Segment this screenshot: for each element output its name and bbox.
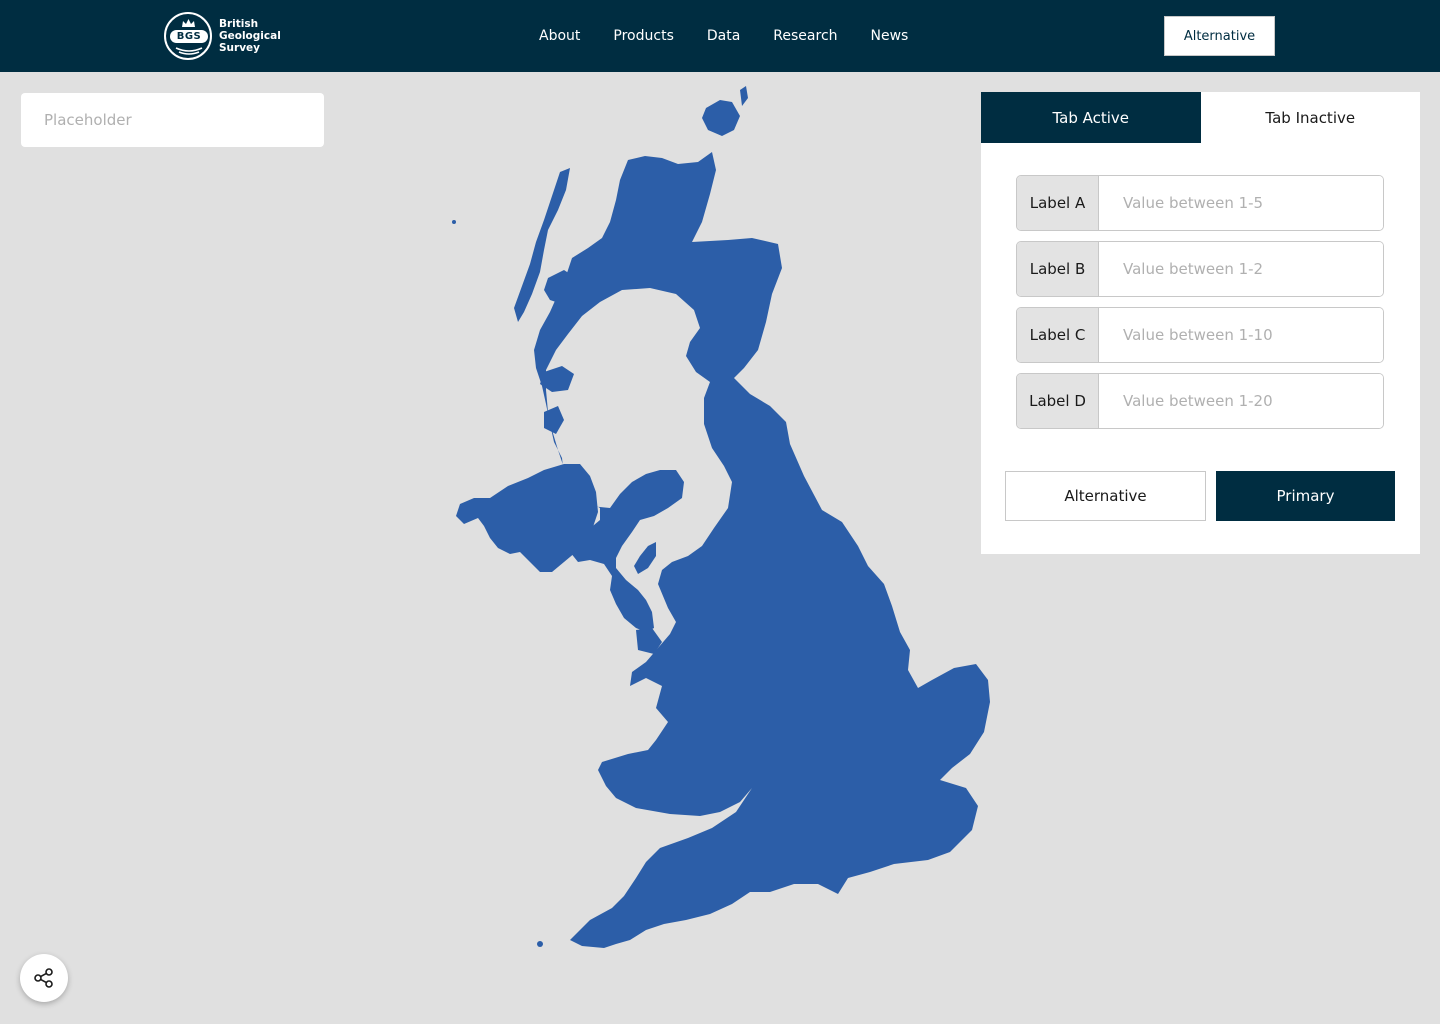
great-britain-shape[interactable] (534, 152, 990, 948)
nav-research[interactable]: Research (773, 28, 837, 44)
field-label-d: Label D (1016, 373, 1384, 429)
isle-of-man-shape (634, 542, 656, 574)
field-label-b: Label B (1016, 241, 1384, 297)
logo-wordmark: British Geological Survey (219, 18, 281, 54)
parameters-panel: Tab Active Tab Inactive Label A Label B … (981, 92, 1420, 554)
waves-icon (175, 47, 203, 55)
shetland-shape (740, 86, 748, 106)
nav-data[interactable]: Data (707, 28, 740, 44)
logo-line-2: Geological (219, 30, 281, 42)
nav-news[interactable]: News (871, 28, 909, 44)
logo-line-3: Survey (219, 42, 261, 54)
field-a-label: Label A (1017, 176, 1099, 230)
header-alternative-button[interactable]: Alternative (1164, 16, 1275, 56)
panel-tabs: Tab Active Tab Inactive (981, 92, 1420, 143)
tab-inactive[interactable]: Tab Inactive (1200, 92, 1420, 143)
bgs-logo-mark: BGS (164, 12, 212, 60)
logo-line-1: British (219, 18, 259, 30)
field-label-a: Label A (1016, 175, 1384, 231)
search-input[interactable] (21, 93, 324, 147)
logo-abbreviation: BGS (170, 30, 208, 43)
top-navigation-bar: BGS British Geological Survey About Prod… (0, 0, 1440, 72)
main-nav: About Products Data Research News (539, 0, 941, 72)
scilly-isles-shape (537, 941, 543, 947)
primary-button[interactable]: Primary (1216, 471, 1395, 521)
field-c-input[interactable] (1099, 308, 1383, 362)
field-c-label: Label C (1017, 308, 1099, 362)
uk-map-shapes (452, 86, 990, 948)
uk-map[interactable] (440, 72, 1010, 962)
field-label-c: Label C (1016, 307, 1384, 363)
bgs-logo[interactable]: BGS British Geological Survey (164, 12, 281, 60)
st-kilda-shape (452, 220, 456, 224)
islay-shape (544, 406, 564, 434)
share-button[interactable] (20, 954, 68, 1002)
alternative-button[interactable]: Alternative (1005, 471, 1206, 521)
orkney-shape (702, 100, 740, 136)
share-icon (34, 968, 53, 988)
field-a-input[interactable] (1099, 176, 1383, 230)
field-d-label: Label D (1017, 374, 1099, 428)
crown-icon (182, 19, 195, 27)
nav-products[interactable]: Products (613, 28, 673, 44)
tab-active[interactable]: Tab Active (981, 92, 1201, 143)
field-b-label: Label B (1017, 242, 1099, 296)
nav-about[interactable]: About (539, 28, 580, 44)
field-d-input[interactable] (1099, 374, 1383, 428)
field-b-input[interactable] (1099, 242, 1383, 296)
